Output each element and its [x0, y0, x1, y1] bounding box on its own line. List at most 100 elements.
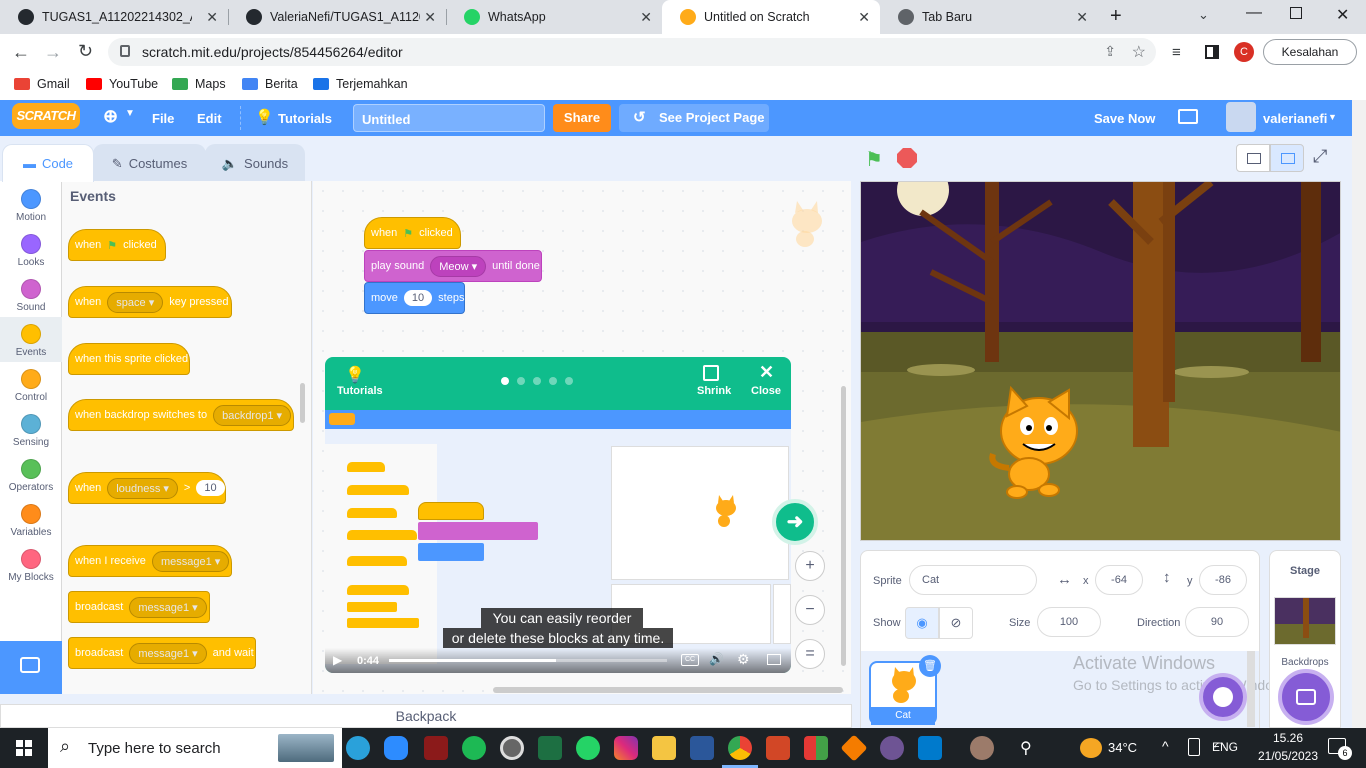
sprite-name-input[interactable]: Cat — [909, 565, 1037, 595]
loudness-value-input[interactable]: 10 — [196, 480, 225, 496]
browser-tab[interactable]: WhatsApp ✕ — [446, 0, 662, 34]
message-dropdown[interactable]: message1 ▾ — [151, 550, 230, 572]
file-explorer-icon[interactable] — [652, 736, 676, 760]
normal-stage-button[interactable] — [1270, 144, 1304, 172]
share-button[interactable]: Share — [553, 104, 611, 132]
size-input[interactable]: 100 — [1037, 607, 1101, 637]
zoom-icon[interactable] — [384, 736, 408, 760]
temperature[interactable]: 34°C — [1108, 740, 1137, 755]
backdrop-dropdown[interactable]: backdrop1 ▾ — [213, 404, 292, 426]
message-dropdown[interactable]: message1 ▾ — [129, 642, 207, 664]
battery-icon[interactable] — [1188, 738, 1200, 756]
chrome-icon[interactable] — [728, 736, 752, 760]
show-visible-icon[interactable]: ◉ — [905, 607, 939, 639]
games-icon[interactable] — [804, 736, 828, 760]
settings-gear-icon[interactable]: ⚙ — [737, 651, 750, 668]
reload-icon[interactable]: ↻ — [78, 41, 93, 62]
steps-input[interactable]: 10 — [403, 290, 433, 306]
clock-date[interactable]: 21/05/2023 — [1254, 749, 1322, 763]
menu-tutorials[interactable]: Tutorials — [278, 111, 332, 126]
direction-input[interactable]: 90 — [1185, 607, 1249, 637]
zoom-in-icon[interactable]: + — [795, 551, 825, 581]
side-panel-icon[interactable] — [1205, 45, 1219, 59]
sound-dropdown[interactable]: Meow ▾ — [430, 255, 487, 277]
block-when-key-pressed[interactable]: when space ▾ key pressed — [68, 286, 232, 318]
instagram-icon[interactable] — [614, 736, 638, 760]
green-flag-icon[interactable]: ⚑ — [865, 147, 883, 172]
film-app-icon[interactable] — [424, 736, 448, 760]
video-progress-bar[interactable] — [389, 659, 667, 662]
vscode-icon[interactable] — [918, 736, 942, 760]
media-control-icon[interactable]: ≡ — [1172, 44, 1181, 61]
whatsapp-icon[interactable] — [576, 736, 600, 760]
palette-scrollbar[interactable] — [300, 383, 305, 423]
x-position-input[interactable]: -64 — [1095, 565, 1143, 595]
browser-tab-active[interactable]: Untitled on Scratch ✕ — [662, 0, 880, 34]
small-stage-button[interactable] — [1236, 144, 1270, 172]
category-sound[interactable]: Sound — [0, 279, 62, 313]
close-button[interactable]: Close — [751, 385, 781, 397]
bookmark-maps[interactable]: Maps — [172, 77, 226, 91]
script-block-move-steps[interactable]: move 10 steps — [364, 282, 465, 314]
fullscreen-icon[interactable]: ⤢ — [1313, 146, 1327, 167]
scratch-logo[interactable]: SCRATCH — [12, 103, 80, 129]
page-dot[interactable] — [549, 377, 557, 385]
block-when-backdrop-switches[interactable]: when backdrop switches to backdrop1 ▾ — [68, 399, 294, 431]
bookmark-terjemahkan[interactable]: Terjemahkan — [313, 77, 408, 91]
page-dot[interactable] — [533, 377, 541, 385]
y-position-input[interactable]: -86 — [1199, 565, 1247, 595]
browser-tab[interactable]: TUGAS1_A11202214302_A11 ✕ — [0, 0, 228, 34]
tab-costumes[interactable]: ✎ Costumes — [93, 144, 206, 182]
category-variables[interactable]: Variables — [0, 504, 62, 538]
close-icon[interactable]: ✕ — [759, 362, 774, 383]
backpack-bar[interactable]: Backpack — [0, 704, 852, 728]
page-dot[interactable] — [565, 377, 573, 385]
sprite-list-scrollbar[interactable] — [1247, 651, 1255, 727]
windows-start-icon[interactable] — [16, 740, 32, 756]
tutorial-next-arrow-icon[interactable]: ➜ — [772, 499, 818, 545]
show-hidden-icon[interactable]: ⊘ — [939, 607, 973, 639]
globe-icon[interactable]: ⊕ — [103, 106, 118, 127]
weather-sun-icon[interactable] — [1080, 738, 1102, 758]
share-icon[interactable]: ⇪ — [1104, 43, 1116, 60]
script-vertical-scrollbar[interactable] — [841, 386, 846, 666]
star-icon[interactable]: ☆ — [1132, 42, 1146, 62]
save-now-button[interactable]: Save Now — [1094, 111, 1155, 126]
browser-tab[interactable]: Tab Baru ✕ — [880, 0, 1098, 34]
tab-code[interactable]: ▬ Code — [2, 144, 94, 182]
message-dropdown[interactable]: message1 ▾ — [129, 596, 207, 618]
tutorials-label[interactable]: Tutorials — [337, 385, 383, 397]
captions-icon[interactable]: CC — [681, 654, 699, 666]
tab-sounds[interactable]: 🔈 Sounds — [205, 144, 305, 182]
chevron-down-icon[interactable]: ▼ — [125, 108, 135, 119]
git-icon[interactable] — [840, 734, 868, 762]
taskbar-search-box[interactable]: ⌕ Type here to search — [48, 728, 342, 768]
username[interactable]: valerianefi — [1263, 111, 1327, 126]
category-operators[interactable]: Operators — [0, 459, 62, 493]
volume-icon[interactable]: 🔊 — [709, 652, 724, 666]
bookmark-gmail[interactable]: Gmail — [14, 77, 70, 91]
minimize-icon[interactable]: — — [1246, 4, 1262, 22]
shrink-button[interactable]: Shrink — [697, 385, 731, 397]
forward-icon[interactable]: → — [44, 42, 62, 63]
menu-file[interactable]: File — [152, 111, 174, 126]
back-icon[interactable]: ← — [12, 42, 30, 63]
stop-icon[interactable] — [897, 148, 917, 168]
profile-error-button[interactable]: Kesalahan — [1263, 39, 1357, 65]
maximize-icon[interactable] — [1290, 7, 1302, 19]
block-when-sprite-clicked[interactable]: when this sprite clicked — [68, 343, 190, 375]
people-icon[interactable]: ⚲ — [1020, 738, 1032, 758]
page-scrollbar[interactable] — [1352, 100, 1366, 728]
stage-canvas[interactable] — [860, 181, 1341, 541]
script-horizontal-scrollbar[interactable] — [493, 687, 843, 693]
chevron-up-icon[interactable]: ^ — [1162, 738, 1169, 754]
bookmark-youtube[interactable]: YouTube — [86, 77, 158, 91]
chevron-down-icon[interactable]: ⌄ — [1198, 7, 1209, 23]
page-dot[interactable] — [517, 377, 525, 385]
avatar[interactable] — [1226, 102, 1256, 132]
folder-icon[interactable] — [1178, 109, 1198, 124]
category-looks[interactable]: Looks — [0, 234, 62, 268]
clock-time[interactable]: 15.26 — [1260, 731, 1316, 745]
zoom-out-icon[interactable]: − — [795, 595, 825, 625]
key-dropdown[interactable]: space ▾ — [107, 291, 164, 313]
